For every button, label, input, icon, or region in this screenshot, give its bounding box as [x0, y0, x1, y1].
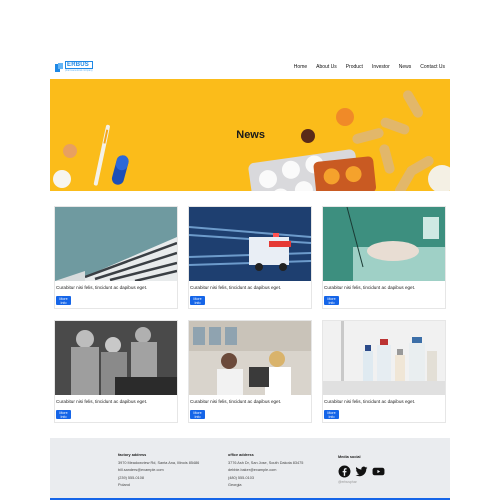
- social-handle: @erbusphar: [338, 479, 357, 484]
- factory-country: Poland: [118, 483, 130, 487]
- card-image-building: [55, 207, 177, 281]
- nav-home[interactable]: Home: [294, 64, 307, 70]
- factory-email[interactable]: bill.sanders@example.com: [118, 467, 199, 475]
- more-info-button[interactable]: More Info: [190, 296, 205, 305]
- card-text: Curabitur nisi felis, tincidunt ac dapib…: [190, 399, 282, 404]
- nav-contact-us[interactable]: Contact Us: [420, 64, 445, 70]
- more-info-button[interactable]: More Info: [190, 410, 205, 419]
- more-info-button[interactable]: More Info: [56, 296, 71, 305]
- news-card: Curabitur nisi felis, tincidunt ac dapib…: [322, 206, 446, 309]
- more-info-button[interactable]: More Info: [56, 410, 71, 419]
- twitter-icon[interactable]: [355, 465, 368, 478]
- factory-address: factory address 3970 Meadowview Rd, Sant…: [118, 452, 199, 490]
- news-card: Curabitur nisi felis, tincidunt ac dapib…: [188, 320, 312, 423]
- card-text: Curabitur nisi felis, tincidunt ac dapib…: [324, 399, 416, 404]
- factory-heading: factory address: [118, 453, 147, 457]
- card-text: Curabitur nisi felis, tincidunt ac dapib…: [56, 285, 148, 290]
- page: ERBUS pharmaceutical company Home About …: [50, 56, 450, 500]
- card-text: Curabitur nisi felis, tincidunt ac dapib…: [56, 399, 148, 404]
- footer: factory address 3970 Meadowview Rd, Sant…: [50, 438, 450, 500]
- navbar: ERBUS pharmaceutical company Home About …: [50, 56, 450, 78]
- factory-phone: (239) 555-0108: [118, 475, 144, 480]
- card-image-medicine-bottles: [323, 321, 445, 395]
- hero-banner: News: [50, 79, 450, 191]
- card-text: Curabitur nisi felis, tincidunt ac dapib…: [190, 285, 282, 290]
- more-info-button[interactable]: More Info: [324, 296, 339, 305]
- office-address: office address 3776 Ash Dr, San Jose, So…: [228, 452, 303, 490]
- office-country: Georgia: [228, 483, 242, 487]
- news-card: Curabitur nisi felis, tincidunt ac dapib…: [54, 320, 178, 423]
- news-card: Curabitur nisi felis, tincidunt ac dapib…: [322, 320, 446, 423]
- social-media: Media social @erbusphar: [338, 454, 385, 485]
- office-heading: office address: [228, 453, 254, 457]
- facebook-icon[interactable]: [338, 465, 351, 478]
- youtube-icon[interactable]: [372, 465, 385, 478]
- brand-logo[interactable]: ERBUS pharmaceutical company: [55, 61, 93, 73]
- news-card: Curabitur nisi felis, tincidunt ac dapib…: [188, 206, 312, 309]
- office-phone: (480) 555-0103: [228, 475, 254, 480]
- nav-menu: Home About Us Product Investor News Cont…: [294, 64, 445, 70]
- more-info-button[interactable]: More Info: [324, 410, 339, 419]
- card-image-ambulance: [189, 207, 311, 281]
- office-street: 3776 Ash Dr, San Jose, South Dakota 8347…: [228, 460, 304, 465]
- card-text: Curabitur nisi felis, tincidunt ac dapib…: [324, 285, 416, 290]
- card-image-surgery: [55, 321, 177, 395]
- office-email[interactable]: debbie.baker@example.com: [228, 467, 303, 475]
- brand-name: ERBUS: [65, 61, 93, 70]
- social-heading: Media social: [338, 455, 361, 459]
- news-card: Curabitur nisi felis, tincidunt ac dapib…: [54, 206, 178, 309]
- social-icons: [338, 465, 385, 478]
- card-image-hospital-bed: [323, 207, 445, 281]
- nav-product[interactable]: Product: [346, 64, 363, 70]
- nav-news[interactable]: News: [399, 64, 412, 70]
- brand-tagline: pharmaceutical company: [65, 69, 93, 73]
- logo-icon: [55, 62, 63, 72]
- page-title: News: [236, 129, 265, 141]
- factory-street: 3970 Meadowview Rd, Santa Ana, Illinois …: [118, 460, 200, 465]
- nav-about-us[interactable]: About Us: [316, 64, 337, 70]
- card-image-pharmacy: [189, 321, 311, 395]
- nav-investor[interactable]: Investor: [372, 64, 390, 70]
